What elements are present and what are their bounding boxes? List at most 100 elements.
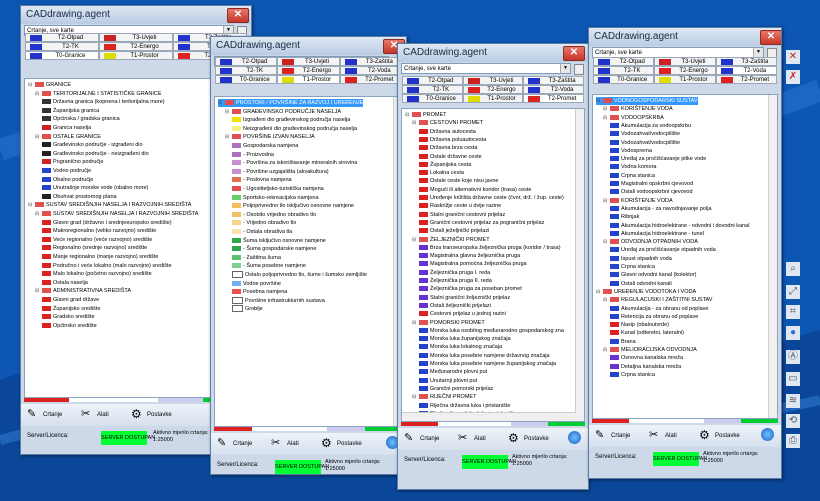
tree-item[interactable]: Morska luka osobitog međunarodno gospoda… [419,327,564,335]
tree-item[interactable]: Građevinsko područje - neizgrađeni dio [42,150,149,158]
title-bar[interactable]: CADdrawing.agent ✕ [589,28,781,46]
tab-t3-zaštita[interactable]: T3-Zaštita [715,57,777,66]
tree-item[interactable]: Magistralna glavna željeznička pruga [419,252,520,260]
tree-item[interactable]: Vodno područje [42,167,91,175]
tools-button[interactable]: Alati [665,430,677,442]
tree-item[interactable]: ⊟ ADMINISTRATIVNA SREDIŠTA [35,287,131,295]
tree-item[interactable]: Akumulacija hidroelektrane - odvodni i d… [610,222,749,230]
tree-item[interactable]: Brza transeuropska željeznička pruga (ko… [419,244,561,252]
tools-button[interactable]: Alati [97,409,109,421]
tab-t2-promet[interactable]: T2-Promet [339,75,402,84]
tree-item[interactable]: Vodozahvat/vodocpilište [610,139,680,147]
tree-item[interactable]: ⊟ ODVODNJA OTPADNIH VODA [603,238,698,246]
tree-item[interactable]: Gradsko središte [42,313,95,321]
tab-t1-prostor[interactable]: T1-Prostor [654,75,716,84]
tree-item[interactable]: ⊟ OSTALE GRANICE [35,133,101,141]
tree-item[interactable]: Nasip (obaloutvrde) [610,321,669,329]
title-bar[interactable]: CADdrawing.agent ✕ [211,37,406,55]
tree-item[interactable]: Posebna namjena [232,288,287,296]
collapse-toggle-icon[interactable]: ⊟ [603,238,610,246]
tree-item[interactable]: Ostala naselja [42,279,88,287]
tab-t2-promet[interactable]: T2-Promet [715,75,777,84]
tree-item[interactable]: Željeznička pruga I. reda [419,269,490,277]
tools-icon[interactable]: ✂ [81,407,94,420]
layer-tree[interactable]: ⊟ VODNOGOSPODARSKI SUSTAV ⊟ KORIŠTENJE VODA… [592,94,778,419]
tree-item[interactable]: Akumulacija - za obranu od poplave [610,305,708,313]
collapse-toggle-icon[interactable]: ⊟ [218,99,225,107]
collapse-toggle-icon[interactable]: ⊟ [412,393,419,401]
tree-item[interactable]: ⊟ POVRŠINE IZVAN NASELJA [225,133,315,141]
globe-layer-icon[interactable]: ● [786,326,800,340]
tab-t3-uvjeti[interactable]: T3-Uvjeti [277,57,340,66]
globe-icon[interactable] [761,428,774,441]
tree-item[interactable]: ⊟ GRANICE [28,81,71,89]
tab-t3-zaštita[interactable]: T3-Zaštita [523,76,584,85]
tab-t2-energo[interactable]: T2-Energo [277,66,340,75]
tab-t2-tk[interactable]: T2-TK [593,66,655,75]
pencil-icon[interactable]: ✎ [217,436,230,449]
tree-item[interactable]: Unutarnji plovni put [419,377,477,385]
tree-item[interactable]: Manje regionalno (manje razvojno) središ… [42,253,158,261]
collapse-toggle-icon[interactable]: ⊟ [35,210,42,218]
tree-item[interactable]: ⊟ VODNOGOSPODARSKI SUSTAV [596,97,698,105]
title-bar[interactable]: CADdrawing.agent ✕ [21,6,251,24]
collapse-toggle-icon[interactable]: ⊟ [28,201,35,209]
tree-item[interactable]: Glavni grad države [42,296,99,304]
tree-item[interactable]: Crpna stanica [610,371,655,379]
tree-item[interactable]: Poljoprivredno tlo isključivo osnovne na… [232,202,354,210]
print-icon[interactable]: ⎙ [786,434,800,448]
tools-button[interactable]: Alati [287,438,299,450]
tree-item[interactable]: Vodna komora [610,163,656,171]
tree-item[interactable]: ⊟ ŽELJEZNIČKI PROMET [412,236,490,244]
tree-item[interactable]: ⊟ KORIŠTENJE VODA [603,105,673,113]
tree-item[interactable]: Stalni granični cestovni prijelaz [419,211,505,219]
tree-item[interactable]: Obalno područje [42,176,93,184]
tree-item[interactable]: Vodne površine [232,280,281,288]
tab-t0-granice[interactable]: T0-Granice [25,51,99,60]
tree-item[interactable]: - Poslovna namjena [232,176,292,184]
tree-item[interactable]: Ostali odvodni kanali [610,280,672,288]
tab-t2-energo[interactable]: T2-Energo [99,42,173,51]
tree-item[interactable]: Županijska granica [42,107,99,115]
tree-item[interactable]: Državna brza cesta [419,144,477,152]
tree-item[interactable]: Sportsko-rekreacijska namjena [232,194,319,202]
tab-t2-otpad[interactable]: T2-Otpad [25,33,99,42]
settings-button[interactable]: Postavke [524,433,549,445]
tree-item[interactable]: ⊟ PROMET [405,111,447,119]
tree-item[interactable]: Državna granica (kopnena i teritorijalna… [42,98,165,106]
pencil-icon[interactable]: ✎ [27,407,40,420]
tree-item[interactable]: Detaljna kanalska mreža [610,363,681,371]
tree-item[interactable]: Željeznička pruga II. reda [419,277,492,285]
tree-item[interactable]: Željeznička pruga za poseban promet [419,285,522,293]
tree-item[interactable]: Površine infrastrukturnih sustava [232,296,325,305]
collapse-toggle-icon[interactable]: ⊟ [28,81,35,89]
tools-button[interactable]: Alati [474,433,486,445]
tree-item[interactable]: ⊟ UREĐENJE VODOTOKA I VODA [596,288,696,296]
tree-item[interactable]: Ostale državne ceste [419,153,482,161]
tree-item[interactable]: Raskrižje ceste u dvije razine [419,202,501,210]
tree-item[interactable]: ⊟ SUSTAV SREDIŠNJIH NASELJA I RAZVOJNIH S… [35,210,198,218]
tree-item[interactable]: Morska luka posebne namjene županijskog … [419,360,556,368]
tab-t2-tk[interactable]: T2-TK [402,85,463,94]
collapse-toggle-icon[interactable]: ⊟ [35,287,42,295]
tree-item[interactable]: - Površina za iskorištavanje mineralnih … [232,159,357,167]
tree-item[interactable]: Vodozahvat/vodocpilište [610,130,680,138]
globe-icon[interactable] [568,431,581,444]
collapse-toggle-icon[interactable]: ⊟ [225,108,232,116]
tree-item[interactable]: ⊟ RIJEČNI PROMET [412,393,476,401]
collapse-toggle-icon[interactable]: ⊟ [603,197,610,205]
tab-t0-granice[interactable]: T0-Granice [402,94,463,103]
pencil-icon[interactable]: ✎ [404,431,417,444]
tab-t0-granice[interactable]: T0-Granice [593,75,655,84]
tree-item[interactable]: Građevinsko područje - izgrađeni dio [42,141,143,149]
collapse-toggle-icon[interactable]: ⊟ [35,90,42,98]
collapse-toggle-icon[interactable]: ⊟ [603,346,610,354]
tree-item[interactable]: Riječna državna luka i pristanište [419,402,510,410]
draw-button[interactable]: Crtanje [611,430,630,442]
tab-t2-voda[interactable]: T2-Voda [715,66,777,75]
collapse-toggle-icon[interactable]: ⊟ [596,288,603,296]
tab-t3-uvjeti[interactable]: T3-Uvjeti [654,57,716,66]
tree-item[interactable]: - Šuma gospodarske namjene [232,245,316,253]
tree-item[interactable]: Glavni grad (državno i srednjeeuropsko s… [42,219,172,227]
tree-item[interactable]: Ostali željeznički prijelazi [419,302,491,310]
